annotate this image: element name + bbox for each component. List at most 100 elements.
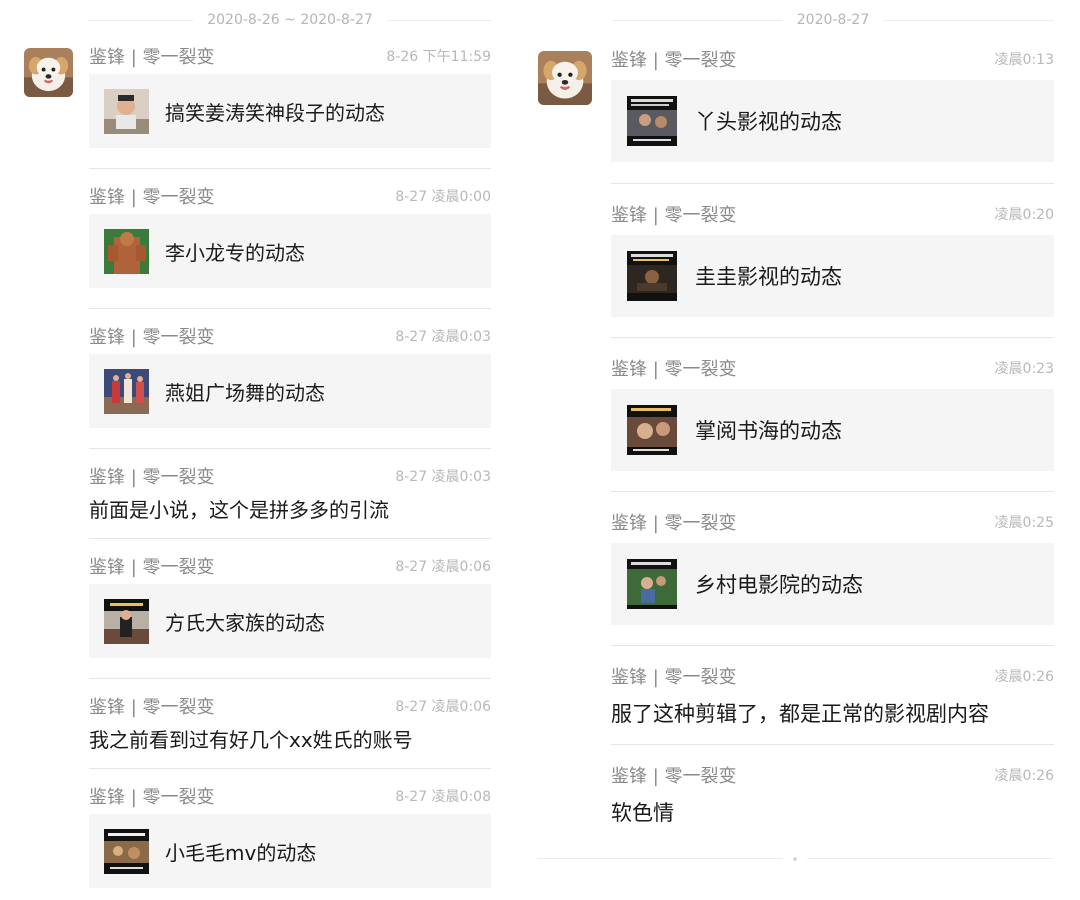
end-of-list-divider <box>537 856 1053 861</box>
message-header: 鉴锋 | 零一裂变 8-26 下午11:59 <box>89 45 491 68</box>
list-item: 鉴锋 | 零一裂变 凌晨0:23 掌阅书海的动态 <box>611 337 1054 477</box>
sender-name: 鉴锋 | 零一裂变 <box>89 327 215 348</box>
card-title: 掌阅书海的动态 <box>695 419 842 443</box>
sender-name: 鉴锋 | 零一裂变 <box>89 557 215 578</box>
message-time: 凌晨0:26 <box>994 669 1054 685</box>
sender-name: 鉴锋 | 零一裂变 <box>611 667 737 688</box>
dance-photo-thumbnail-icon <box>104 368 149 414</box>
message-header: 鉴锋 | 零一裂变 8-27 凌晨0:08 <box>89 785 491 808</box>
video-still-thumbnail-icon <box>627 559 677 609</box>
date-label: 2020-8-27 <box>796 12 870 28</box>
list-item: 鉴锋 | 零一裂变 8-27 凌晨0:03 燕姐广场舞的动态 <box>89 308 491 434</box>
avatar[interactable] <box>538 51 592 105</box>
message-time: 8-27 凌晨0:06 <box>395 559 491 575</box>
list-item: 鉴锋 | 零一裂变 凌晨0:20 圭圭影视的动态 <box>611 183 1054 323</box>
message-time: 凌晨0:13 <box>994 52 1054 68</box>
avatar[interactable] <box>24 48 73 97</box>
message-header: 鉴锋 | 零一裂变 凌晨0:23 <box>611 357 1054 380</box>
person-photo-thumbnail-icon <box>104 88 149 134</box>
divider <box>611 744 1054 745</box>
message-time: 凌晨0:25 <box>994 515 1054 531</box>
message-header: 鉴锋 | 零一裂变 8-27 凌晨0:00 <box>89 185 491 208</box>
message-header: 鉴锋 | 零一裂变 凌晨0:26 <box>611 764 1054 787</box>
card-title: 李小龙专的动态 <box>165 240 305 265</box>
date-range-label: 2020-8-26 ~ 2020-8-27 <box>207 12 373 28</box>
chat-history-panel-right: 2020-8-27 鉴锋 | 零一裂变 凌晨0:13 丫头影视的动态 鉴锋 | … <box>522 0 1080 900</box>
video-still-thumbnail-icon <box>627 96 677 146</box>
list-item: 鉴锋 | 零一裂变 凌晨0:13 丫头影视的动态 <box>611 46 1054 166</box>
message-text: 服了这种剪辑了，都是正常的影视剧内容 <box>611 702 989 726</box>
divider <box>537 858 783 859</box>
sender-name: 鉴锋 | 零一裂变 <box>611 205 737 226</box>
end-dot-icon <box>793 856 797 861</box>
divider <box>611 337 1054 338</box>
message-header: 鉴锋 | 零一裂变 凌晨0:20 <box>611 203 1054 226</box>
sender-name: 鉴锋 | 零一裂变 <box>611 766 737 787</box>
channel-card[interactable]: 搞笑姜涛笑神段子的动态 <box>89 74 491 148</box>
list-item: 鉴锋 | 零一裂变 8-27 凌晨0:06 方氏大家族的动态 <box>89 538 491 664</box>
divider <box>883 19 1054 21</box>
sender-name: 鉴锋 | 零一裂变 <box>89 467 215 488</box>
message-header: 鉴锋 | 零一裂变 凌晨0:26 <box>611 665 1054 688</box>
message-time: 8-26 下午11:59 <box>386 49 491 65</box>
channel-card[interactable]: 方氏大家族的动态 <box>89 584 491 658</box>
channel-card[interactable]: 圭圭影视的动态 <box>611 235 1054 317</box>
puppy-avatar-icon <box>538 51 592 105</box>
divider <box>88 19 194 21</box>
message-text: 我之前看到过有好几个xx姓氏的账号 <box>89 728 413 752</box>
message-header: 鉴锋 | 零一裂变 凌晨0:13 <box>611 48 1054 71</box>
family-photo-thumbnail-icon <box>104 598 149 644</box>
message-time: 8-27 凌晨0:06 <box>395 699 491 715</box>
date-header: 2020-8-27 <box>612 9 1054 31</box>
channel-card[interactable]: 燕姐广场舞的动态 <box>89 354 491 428</box>
channel-card[interactable]: 小毛毛mv的动态 <box>89 814 491 888</box>
message-time: 凌晨0:20 <box>994 207 1054 223</box>
date-range-header: 2020-8-26 ~ 2020-8-27 <box>88 9 493 31</box>
video-still-thumbnail-icon <box>627 251 677 301</box>
list-item: 鉴锋 | 零一裂变 凌晨0:26 服了这种剪辑了，都是正常的影视剧内容 <box>611 645 1054 731</box>
channel-card[interactable]: 乡村电影院的动态 <box>611 543 1054 625</box>
channel-card[interactable]: 掌阅书海的动态 <box>611 389 1054 471</box>
card-title: 乡村电影院的动态 <box>695 573 863 597</box>
message-text: 软色情 <box>611 801 674 825</box>
card-title: 丫头影视的动态 <box>695 110 842 134</box>
sender-name: 鉴锋 | 零一裂变 <box>611 513 737 534</box>
list-item: 鉴锋 | 零一裂变 8-27 凌晨0:03 前面是小说，这个是拼多多的引流 <box>89 448 491 524</box>
channel-card[interactable]: 丫头影视的动态 <box>611 80 1054 162</box>
sender-name: 鉴锋 | 零一裂变 <box>89 697 215 718</box>
sender-name: 鉴锋 | 零一裂变 <box>611 50 737 71</box>
message-time: 8-27 凌晨0:03 <box>395 329 491 345</box>
muscle-photo-thumbnail-icon <box>104 228 149 274</box>
message-header: 鉴锋 | 零一裂变 8-27 凌晨0:06 <box>89 555 491 578</box>
divider <box>611 491 1054 492</box>
channel-card[interactable]: 李小龙专的动态 <box>89 214 491 288</box>
message-time: 凌晨0:26 <box>994 768 1054 784</box>
list-item: 鉴锋 | 零一裂变 8-27 凌晨0:08 小毛毛mv的动态 <box>89 768 491 894</box>
sender-name: 鉴锋 | 零一裂变 <box>89 187 215 208</box>
message-header: 鉴锋 | 零一裂变 凌晨0:25 <box>611 511 1054 534</box>
divider <box>807 858 1053 859</box>
message-header: 鉴锋 | 零一裂变 8-27 凌晨0:06 <box>89 695 491 718</box>
message-time: 8-27 凌晨0:03 <box>395 469 491 485</box>
sender-name: 鉴锋 | 零一裂变 <box>89 47 215 68</box>
card-title: 燕姐广场舞的动态 <box>165 380 325 405</box>
mv-photo-thumbnail-icon <box>104 828 149 874</box>
card-title: 方氏大家族的动态 <box>165 610 325 635</box>
divider <box>89 448 491 449</box>
list-item: 鉴锋 | 零一裂变 8-26 下午11:59 搞笑姜涛笑神段子的动态 <box>89 44 491 154</box>
divider <box>89 308 491 309</box>
puppy-avatar-icon <box>24 48 73 97</box>
video-still-thumbnail-icon <box>627 405 677 455</box>
sender-name: 鉴锋 | 零一裂变 <box>611 359 737 380</box>
list-item: 鉴锋 | 零一裂变 凌晨0:26 软色情 <box>611 744 1054 830</box>
message-time: 8-27 凌晨0:00 <box>395 189 491 205</box>
message-time: 凌晨0:23 <box>994 361 1054 377</box>
divider <box>89 168 491 169</box>
message-header: 鉴锋 | 零一裂变 8-27 凌晨0:03 <box>89 465 491 488</box>
message-text: 前面是小说，这个是拼多多的引流 <box>89 498 389 522</box>
sender-name: 鉴锋 | 零一裂变 <box>89 787 215 808</box>
divider <box>89 768 491 769</box>
message-time: 8-27 凌晨0:08 <box>395 789 491 805</box>
card-title: 搞笑姜涛笑神段子的动态 <box>165 100 385 125</box>
list-item: 鉴锋 | 零一裂变 8-27 凌晨0:06 我之前看到过有好几个xx姓氏的账号 <box>89 678 491 754</box>
